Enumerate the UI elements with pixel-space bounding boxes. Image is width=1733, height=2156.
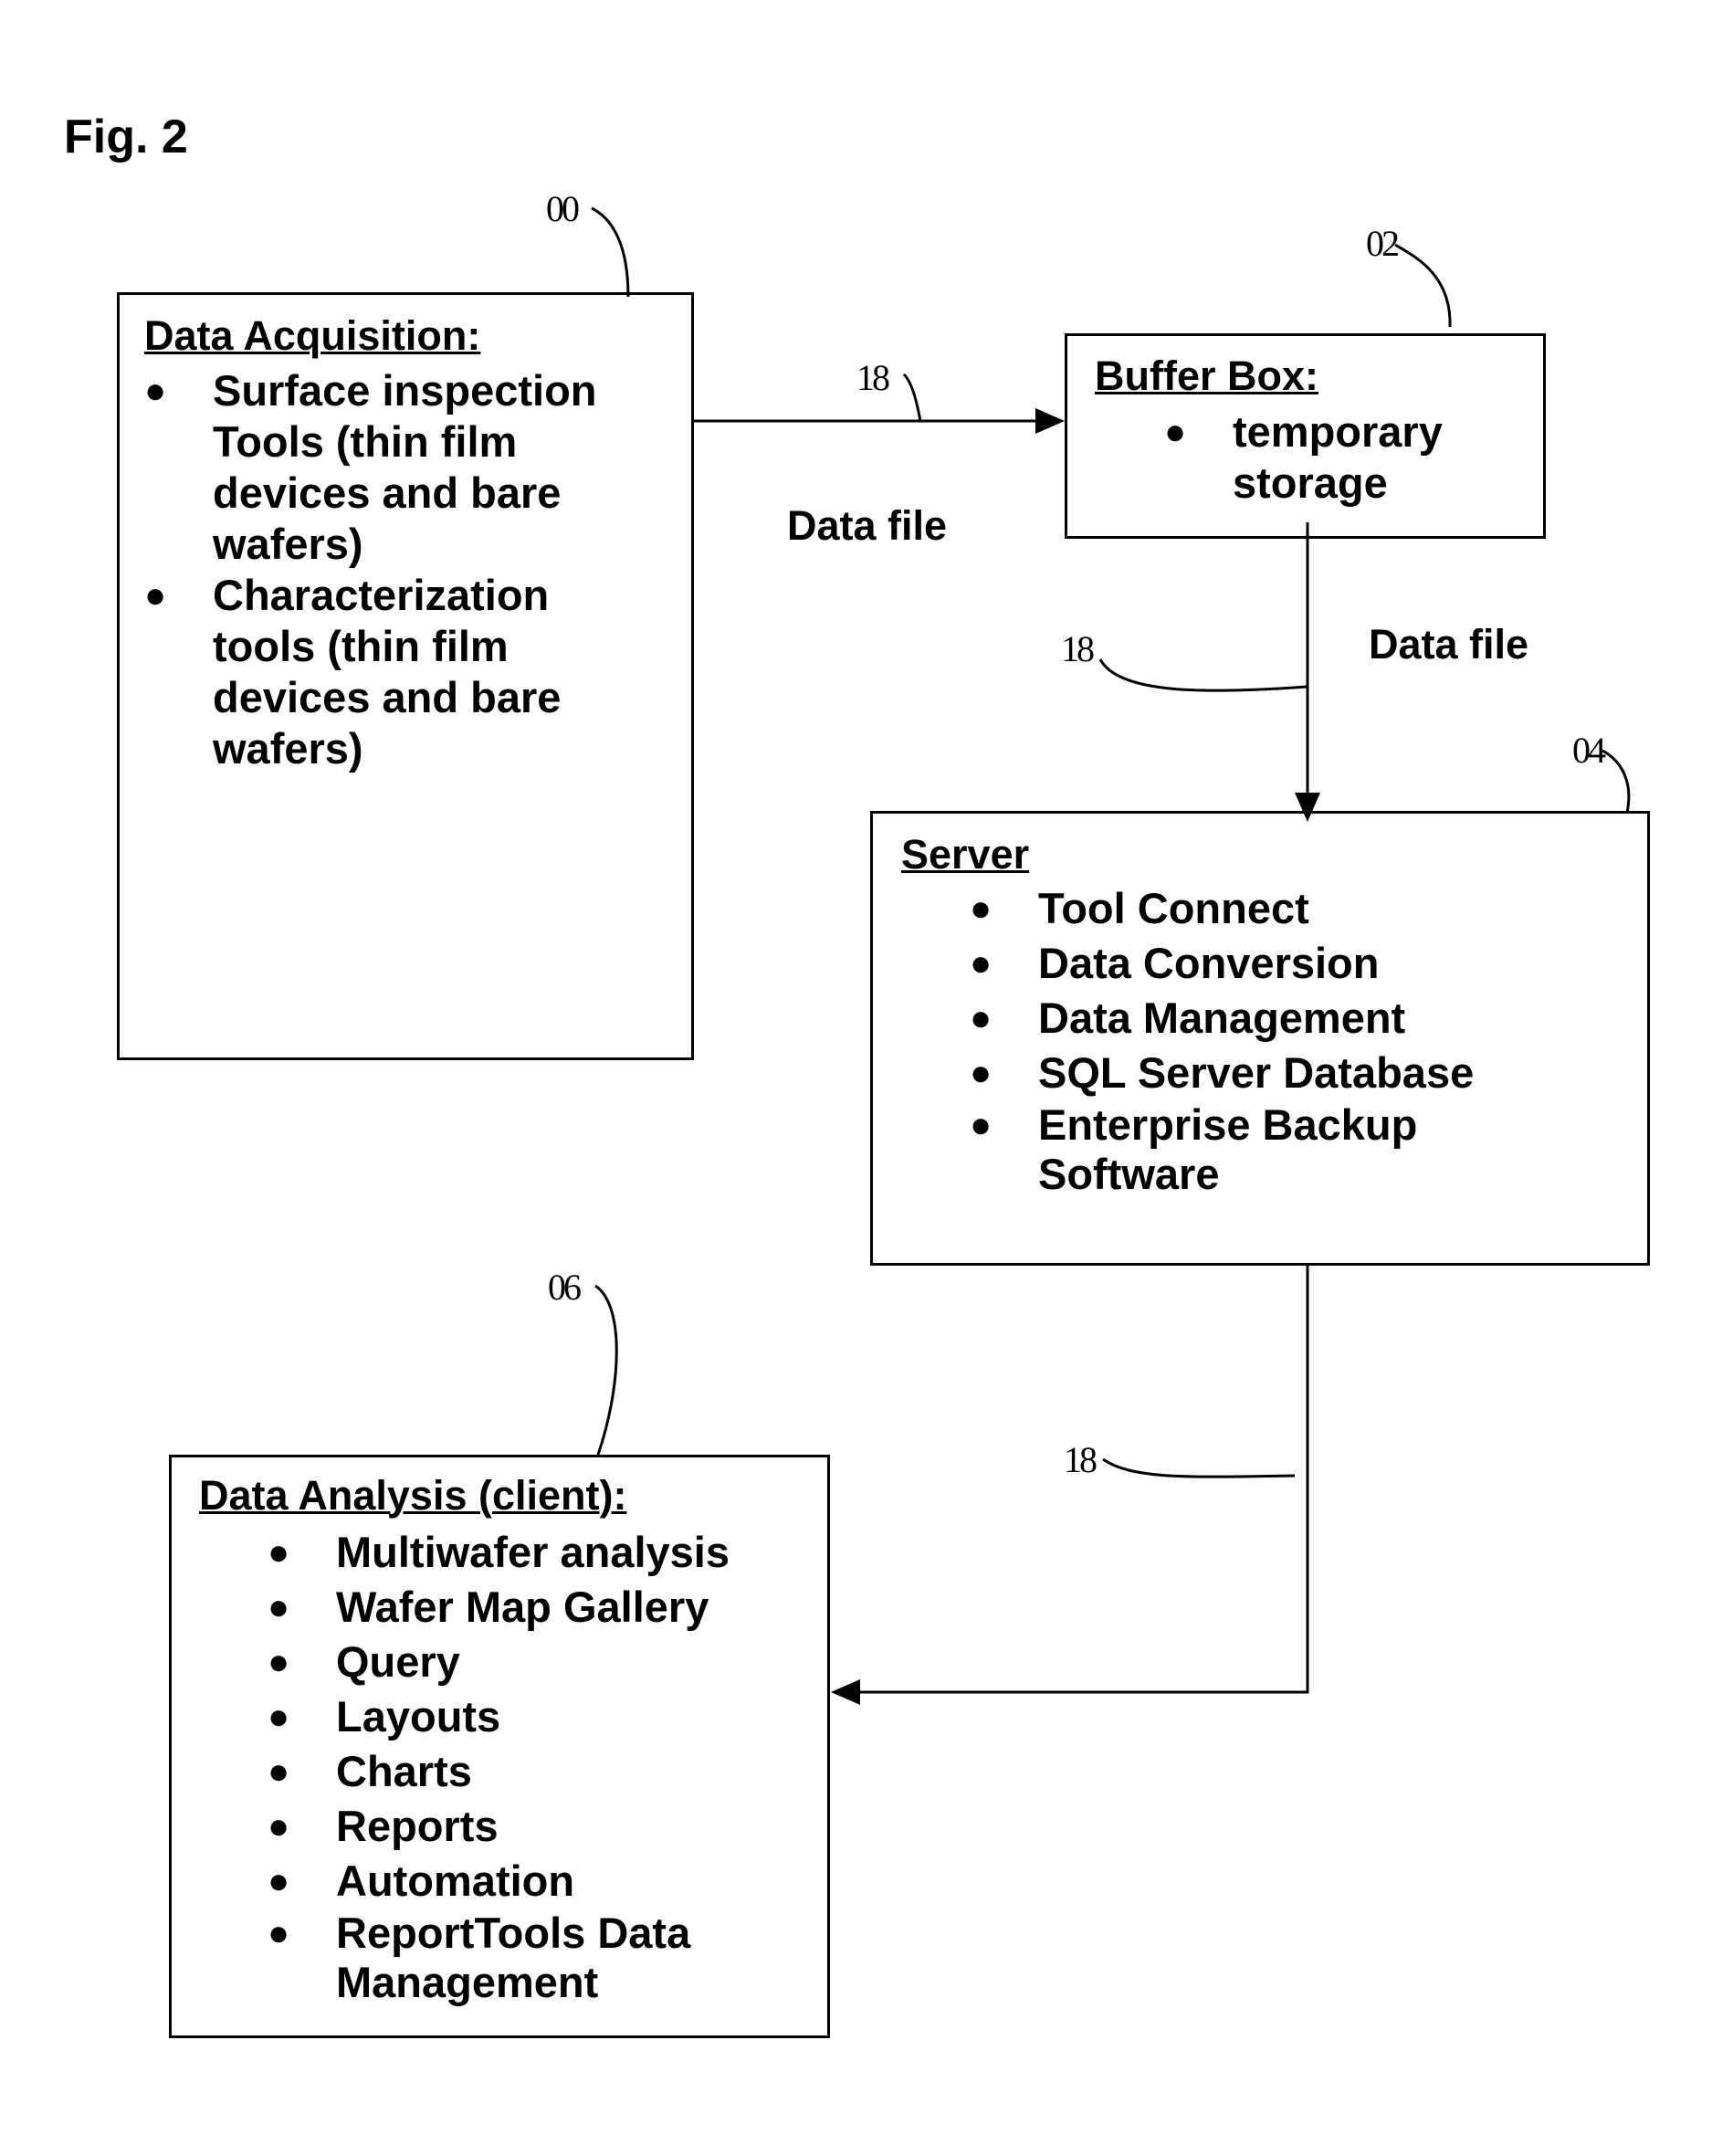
list-item: ● Data Conversion [970,936,1474,991]
list-item: ● Data Management [970,991,1474,1046]
line: devices and bare [213,673,562,721]
line: Automation [336,1856,575,1905]
data-acquisition-title: Data Acquisition: [144,312,481,359]
list-item: ● SQL Server Database [970,1046,1475,1100]
ref-label-18: 18 [1061,628,1095,669]
line: Characterization [213,571,550,619]
line: tools (thin film [213,622,509,670]
list-item: ● Surface inspection Tools (thin film devi… [144,365,597,570]
line: Software [1038,1150,1220,1198]
list-item: ● Reports [268,1799,730,1854]
line: Management [336,1958,599,2006]
list-item: ● Charts [268,1744,730,1799]
list-item: ● Characterization tools (thin film device… [144,570,597,774]
leader-line-06 [594,1284,618,1456]
server-list: ● Tool Connect ● Data Conversion ● Data Man… [970,881,1475,1199]
data-analysis-title: Data Analysis (client): [199,1472,627,1519]
leader-line-04 [1602,749,1631,814]
server-title: Server [901,831,1030,878]
bullet-icon: ● [970,889,993,929]
ref-label-02: 02 [1366,223,1400,264]
leader-line-18a [902,373,922,422]
connector-label-data-file: Data file [787,502,948,549]
list-item: ● Wafer Map Gallery [268,1580,730,1635]
bullet-icon: ● [268,1642,290,1682]
line: devices and bare [213,468,562,517]
bullet-icon: ● [268,1532,290,1572]
line: temporary [1233,407,1443,456]
connector-label-data-file: Data file [1369,621,1529,668]
line: Layouts [336,1692,501,1741]
ref-label-18: 18 [856,357,890,398]
bullet-icon: ● [268,1806,290,1846]
bullet-icon: ● [144,371,167,411]
line: wafers) [213,520,363,568]
ref-label-18: 18 [1064,1439,1098,1480]
bullet-icon: ● [268,1751,290,1792]
arrowhead-icon [1035,408,1065,434]
bullet-icon: ● [268,1587,290,1627]
list-item: ● Automation [268,1854,730,1909]
bullet-icon: ● [144,575,167,615]
line: storage [1233,458,1388,507]
list-item: ● Multiwafer analysis [268,1525,730,1580]
bullet-icon: ● [268,1913,290,1953]
line: Reports [336,1802,499,1850]
line: Enterprise Backup [1038,1100,1418,1149]
line: Charts [336,1747,472,1795]
figure-label: Fig. 2 [64,110,188,163]
line: SQL Server Database [1038,1048,1475,1097]
list-item: ● ReportTools Data Management [268,1909,730,2007]
list-item: ● Enterprise Backup Software [970,1100,1474,1199]
buffer-box-title: Buffer Box: [1095,352,1318,399]
bullet-icon: ● [268,1861,290,1901]
line: ReportTools Data [336,1909,691,1957]
leader-line-18c [1102,1457,1296,1478]
bullet-icon: ● [1164,412,1187,452]
bullet-icon: ● [970,1053,993,1093]
list-item: ● Layouts [268,1689,730,1744]
data-analysis-list: ● Multiwafer analysis ● Wafer Map Gallery … [268,1525,730,2007]
bullet-icon: ● [970,943,993,983]
ref-label-00: 00 [546,188,580,229]
ref-label-04: 04 [1572,730,1606,771]
line: Wafer Map Gallery [336,1583,709,1631]
line: Surface inspection [213,366,597,415]
arrowhead-icon [831,1679,860,1705]
bullet-icon: ● [970,998,993,1038]
line: Tool Connect [1038,884,1309,932]
bullet-icon: ● [970,1105,993,1145]
line: Data Conversion [1038,939,1380,987]
line: Tools (thin film [213,417,518,466]
leader-line-02 [1394,243,1452,328]
ref-label-06: 06 [548,1267,582,1308]
leader-line-00 [591,206,630,298]
leader-line-18b [1098,658,1308,692]
list-item: ● Tool Connect [970,881,1474,936]
line: Data Management [1038,994,1406,1042]
line: Query [336,1637,460,1686]
list-item: ● Query [268,1635,730,1689]
line: Multiwafer analysis [336,1528,730,1576]
line: wafers) [213,724,363,773]
list-item: ● temporary storage [1164,406,1443,509]
data-acquisition-list: ● Surface inspection Tools (thin film devi… [144,365,597,774]
bullet-icon: ● [268,1697,290,1737]
buffer-box-list: ● temporary storage [1164,406,1443,509]
